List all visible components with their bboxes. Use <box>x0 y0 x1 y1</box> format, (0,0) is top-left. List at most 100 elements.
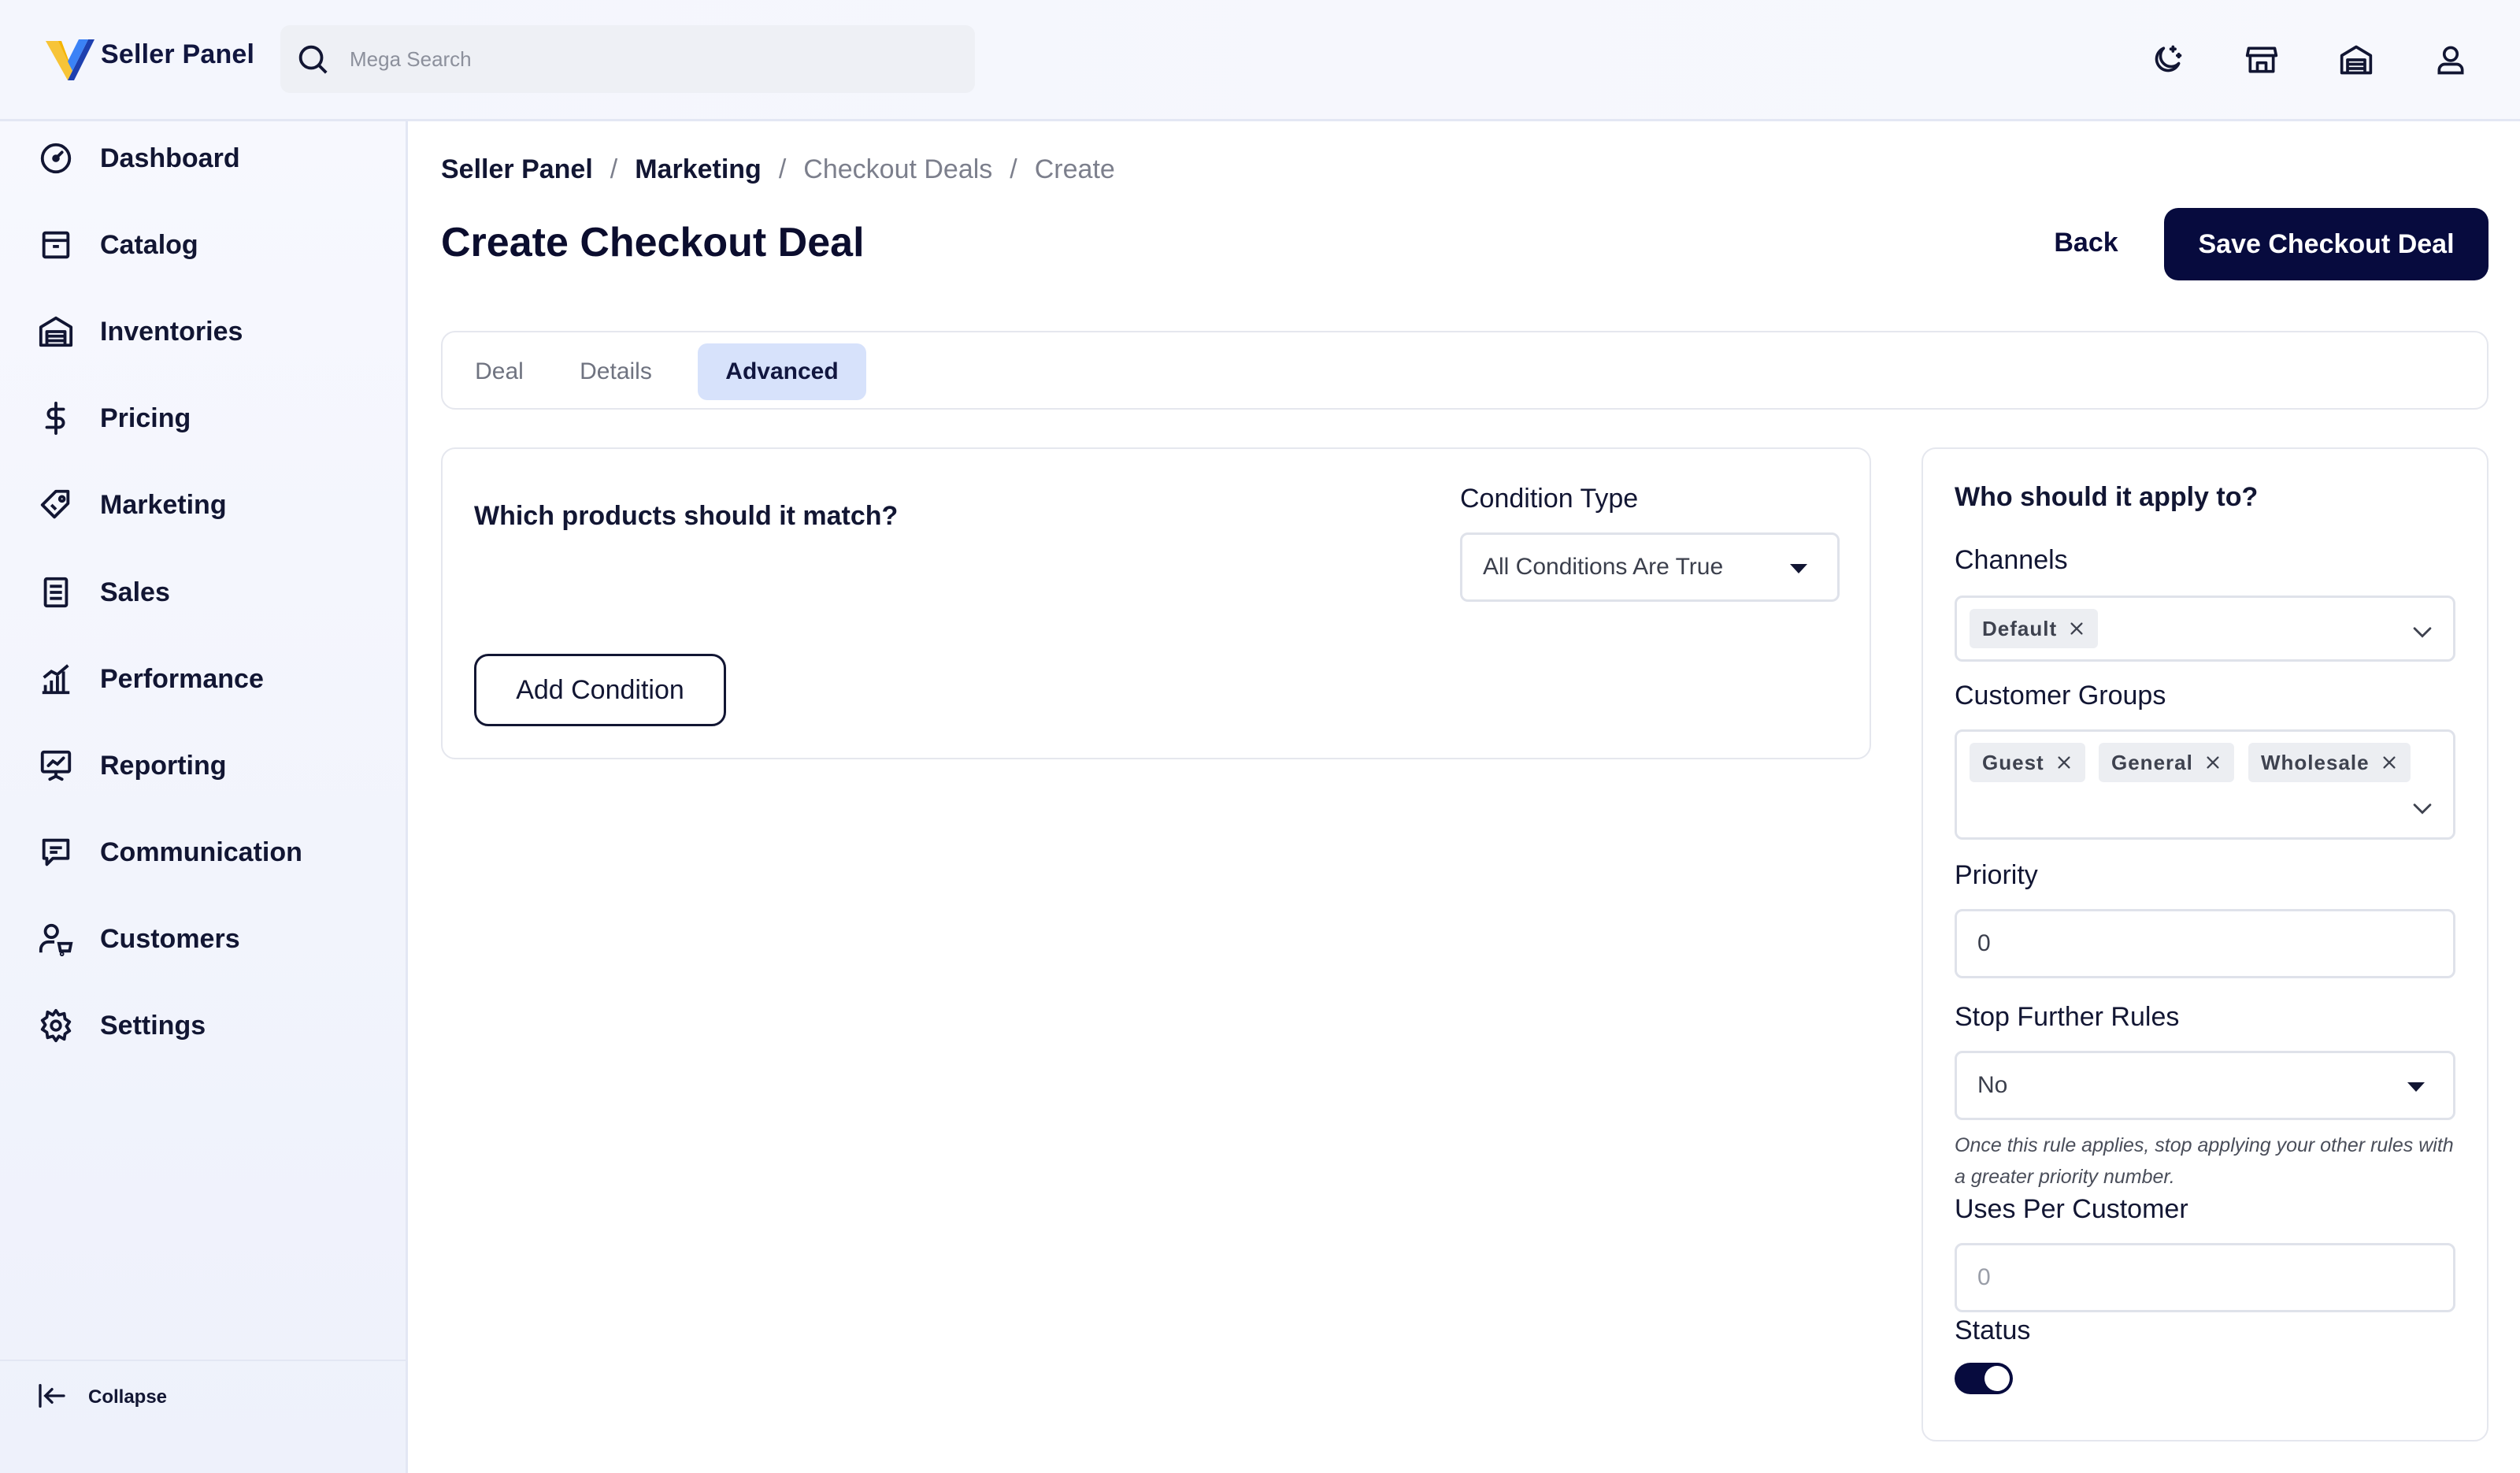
remove-chip-icon[interactable] <box>2381 754 2398 771</box>
sidebar-item-dashboard[interactable]: Dashboard <box>0 123 408 194</box>
conditions-heading: Which products should it match? <box>474 501 899 531</box>
storefront-icon <box>2245 46 2278 73</box>
stop-further-rules-help: Once this rule applies, stop applying yo… <box>1955 1134 2454 1188</box>
sidebar-item-label: Communication <box>100 837 302 867</box>
warehouse-button[interactable] <box>2333 36 2380 83</box>
customers-icon <box>39 923 73 957</box>
group-chip-general: General <box>2099 743 2234 782</box>
status-label: Status <box>1955 1315 2031 1345</box>
breadcrumb: Seller Panel / Marketing / Checkout Deal… <box>441 154 1115 185</box>
top-bar: Seller Panel <box>0 0 2520 121</box>
sidebar-item-label: Settings <box>100 1011 206 1041</box>
breadcrumb-checkout-deals[interactable]: Checkout Deals <box>803 154 992 185</box>
tab-bar: Deal Details Advanced <box>441 331 2488 410</box>
chevron-down-icon <box>2413 803 2432 814</box>
chevron-down-icon <box>2413 627 2432 638</box>
caret-down-icon <box>2407 1082 2425 1092</box>
sidebar-item-catalog[interactable]: Catalog <box>0 210 408 280</box>
chip-label: Wholesale <box>2261 750 2370 774</box>
apply-to-card: Who should it apply to? Channels Default… <box>1922 447 2488 1441</box>
sidebar-item-label: Pricing <box>100 403 191 433</box>
inventory-warehouse-icon <box>39 316 73 347</box>
toggle-knob <box>1984 1366 2010 1391</box>
customer-groups-label: Customer Groups <box>1955 681 2166 711</box>
remove-chip-icon[interactable] <box>2055 754 2073 771</box>
warehouse-icon <box>2340 45 2373 75</box>
sidebar-item-settings[interactable]: Settings <box>0 990 408 1061</box>
presentation-icon <box>40 750 72 781</box>
channels-label: Channels <box>1955 545 2068 575</box>
search-icon <box>298 45 328 74</box>
sidebar-item-reporting[interactable]: Reporting <box>0 730 408 801</box>
group-chip-guest: Guest <box>1970 743 2085 782</box>
chip-label: General <box>2111 750 2193 774</box>
sidebar: Dashboard Catalog Inventories Pricing Ma… <box>0 121 408 1473</box>
breadcrumb-seller-panel[interactable]: Seller Panel <box>441 154 593 185</box>
page-title: Create Checkout Deal <box>441 220 865 265</box>
caret-down-icon <box>1790 564 1807 573</box>
add-condition-button[interactable]: Add Condition <box>474 654 726 726</box>
breadcrumb-separator: / <box>1010 154 1017 184</box>
sidebar-item-label: Marketing <box>100 490 227 520</box>
chip-label: Guest <box>1982 750 2044 774</box>
collapse-arrow-icon <box>39 1384 65 1408</box>
tab-deal[interactable]: Deal <box>463 343 536 400</box>
receipt-icon <box>43 577 69 608</box>
tag-icon <box>40 489 70 519</box>
priority-input[interactable] <box>1955 909 2455 978</box>
bar-chart-icon <box>42 664 70 695</box>
customer-groups-select[interactable]: Guest General Wholesale <box>1955 729 2455 840</box>
brand-name: Seller Panel <box>101 39 255 69</box>
remove-chip-icon[interactable] <box>2204 754 2222 771</box>
stop-further-rules-select[interactable]: No <box>1955 1051 2455 1120</box>
breadcrumb-separator: / <box>610 154 618 184</box>
condition-type-label: Condition Type <box>1460 484 1639 514</box>
account-button[interactable] <box>2427 36 2474 83</box>
sidebar-item-label: Inventories <box>100 317 243 347</box>
theme-toggle-button[interactable] <box>2144 36 2191 83</box>
chip-label: Default <box>1982 616 2058 640</box>
sidebar-item-label: Sales <box>100 577 170 607</box>
save-checkout-deal-button[interactable]: Save Checkout Deal <box>2164 208 2488 280</box>
breadcrumb-marketing[interactable]: Marketing <box>635 154 762 185</box>
mega-search[interactable] <box>280 25 975 93</box>
apply-heading: Who should it apply to? <box>1955 482 2259 512</box>
breadcrumb-create: Create <box>1034 154 1115 184</box>
collapse-button[interactable]: Collapse <box>36 1372 194 1419</box>
channel-chip-default: Default <box>1970 609 2099 648</box>
uses-per-customer-input[interactable] <box>1955 1243 2455 1312</box>
breadcrumb-separator: / <box>778 154 787 184</box>
chat-icon <box>42 838 70 866</box>
sidebar-footer: Collapse <box>0 1360 408 1473</box>
dashboard-gauge-icon <box>40 143 72 174</box>
sidebar-item-pricing[interactable]: Pricing <box>0 383 408 454</box>
sidebar-item-sales[interactable]: Sales <box>0 557 408 628</box>
storefront-button[interactable] <box>2238 36 2285 83</box>
gear-icon <box>40 1008 72 1043</box>
sidebar-item-label: Reporting <box>100 751 227 781</box>
status-toggle[interactable] <box>1955 1363 2013 1394</box>
sidebar-item-label: Performance <box>100 664 264 694</box>
sidebar-item-label: Customers <box>100 924 240 954</box>
search-input[interactable] <box>350 43 948 76</box>
sidebar-item-performance[interactable]: Performance <box>0 644 408 714</box>
remove-chip-icon[interactable] <box>2068 620 2085 637</box>
condition-type-select[interactable]: All Conditions Are True <box>1460 532 1840 602</box>
priority-label: Priority <box>1955 860 2038 890</box>
group-chip-wholesale: Wholesale <box>2248 743 2411 782</box>
logo-icon <box>46 39 94 80</box>
tab-advanced[interactable]: Advanced <box>698 343 866 400</box>
sidebar-item-customers[interactable]: Customers <box>0 903 408 974</box>
sidebar-item-communication[interactable]: Communication <box>0 817 408 888</box>
sidebar-item-label: Dashboard <box>100 143 240 173</box>
tab-details[interactable]: Details <box>561 343 671 400</box>
sidebar-item-inventories[interactable]: Inventories <box>0 296 408 367</box>
conditions-card: Which products should it match? Conditio… <box>441 447 1871 759</box>
catalog-box-icon <box>42 231 70 259</box>
channels-select[interactable]: Default <box>1955 596 2455 662</box>
dollar-icon <box>45 401 65 436</box>
stop-further-rules-value: No <box>1977 1072 2008 1098</box>
back-button[interactable]: Back <box>2035 206 2137 279</box>
sidebar-item-marketing[interactable]: Marketing <box>0 469 408 540</box>
user-icon <box>2437 46 2464 75</box>
